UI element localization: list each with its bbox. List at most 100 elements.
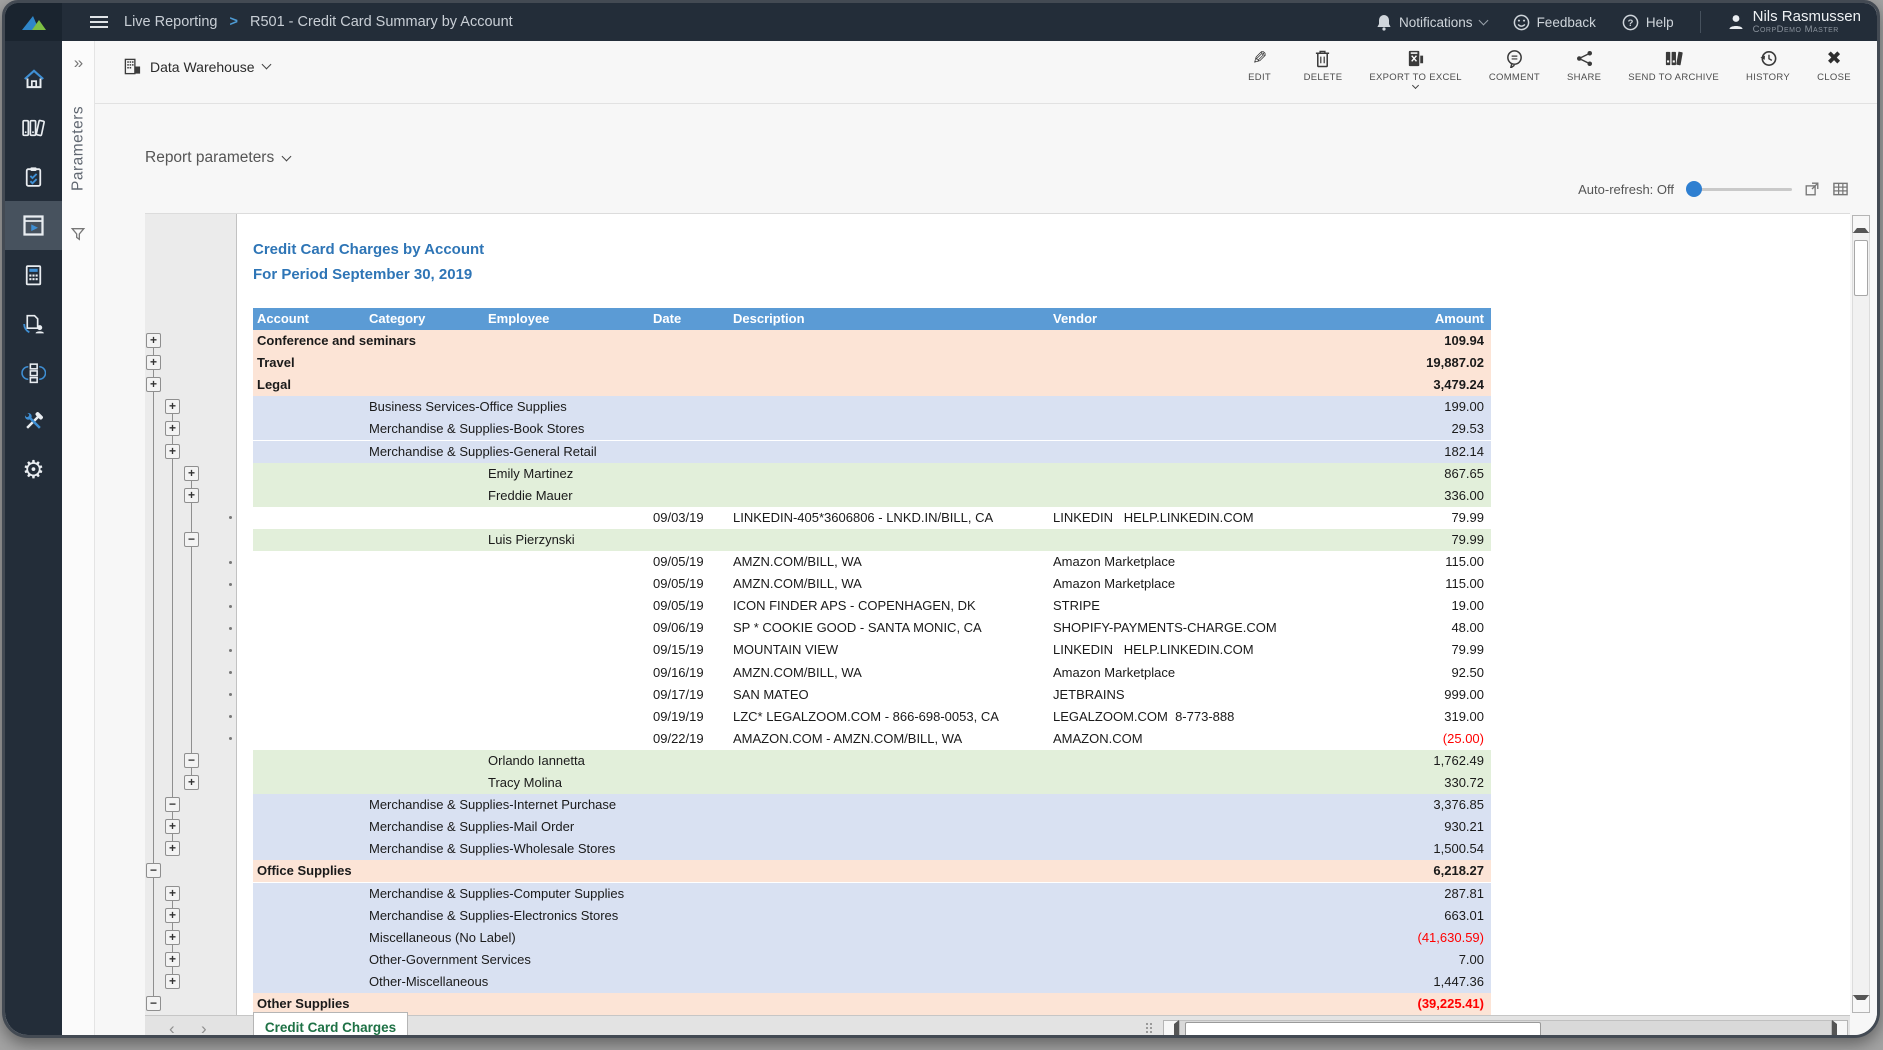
horizontal-scroll-thumb[interactable]: [1185, 1022, 1541, 1037]
outline-gutter: ++++++++−−+−++−+++++−: [145, 214, 237, 1015]
auto-refresh-slider[interactable]: [1686, 181, 1792, 197]
help-button[interactable]: ? Help: [1622, 14, 1674, 31]
sidebar-item-home[interactable]: [5, 54, 62, 103]
collapse-group-button[interactable]: −: [165, 797, 180, 812]
data-source-selector[interactable]: Data Warehouse: [123, 57, 270, 76]
expand-group-button[interactable]: +: [165, 908, 180, 923]
expand-group-button[interactable]: +: [165, 974, 180, 989]
share-button[interactable]: SHARE: [1567, 48, 1601, 88]
expand-group-button[interactable]: +: [146, 333, 161, 348]
cell-amount: 182.14: [1444, 444, 1484, 459]
splitter-grip[interactable]: [1146, 1023, 1152, 1037]
cell-date: 09/15/19: [653, 642, 704, 657]
send-to-archive-button[interactable]: SEND TO ARCHIVE: [1628, 48, 1719, 88]
user-menu[interactable]: Nils Rasmussen CorpDemo Master: [1727, 9, 1861, 36]
expand-group-button[interactable]: +: [184, 466, 199, 481]
scroll-down-button[interactable]: [1852, 995, 1870, 1013]
feedback-button[interactable]: Feedback: [1513, 14, 1596, 31]
next-sheet-arrow[interactable]: ›: [201, 1020, 207, 1037]
collapse-group-button[interactable]: −: [184, 532, 199, 547]
menu-icon[interactable]: [90, 13, 108, 31]
expand-group-button[interactable]: +: [165, 444, 180, 459]
sidebar-item-tasks[interactable]: [5, 152, 62, 201]
previous-sheet-arrow[interactable]: ‹: [169, 1020, 175, 1037]
chevron-down-icon: [1478, 15, 1488, 25]
sidebar-item-live-reporting[interactable]: [5, 201, 62, 250]
top-bar: Live Reporting > R501 - Credit Card Summ…: [5, 3, 1877, 41]
cell-description: SAN MATEO: [733, 687, 809, 702]
report-row-category: Other-Government Services7.00: [253, 949, 1491, 971]
collapse-group-button[interactable]: −: [146, 863, 161, 878]
cell-category-label: Business Services-Office Supplies: [369, 399, 567, 414]
filter-icon[interactable]: [70, 226, 86, 242]
report-parameters-toggle[interactable]: Report parameters: [145, 149, 290, 167]
sidebar-item-budgeting[interactable]: [5, 250, 62, 299]
slider-knob[interactable]: [1686, 181, 1702, 197]
cell-description: AMZN.COM/BILL, WA: [733, 576, 862, 591]
cell-amount: 287.81: [1444, 886, 1484, 901]
sheet-tab-credit-card-charges[interactable]: Credit Card Charges: [253, 1012, 408, 1038]
expand-group-button[interactable]: +: [146, 355, 161, 370]
cell-vendor: LINKEDIN HELP.LINKEDIN.COM: [1053, 642, 1254, 657]
history-clock-icon: [1759, 49, 1778, 68]
cell-amount: 867.65: [1444, 466, 1484, 481]
expand-group-button[interactable]: +: [146, 377, 161, 392]
expand-group-button[interactable]: +: [165, 930, 180, 945]
expand-group-button[interactable]: +: [165, 952, 180, 967]
breadcrumb-section[interactable]: Live Reporting: [124, 14, 218, 30]
popout-button[interactable]: [1804, 181, 1820, 197]
user-org: CorpDemo Master: [1753, 25, 1861, 35]
help-icon: ?: [1622, 14, 1639, 31]
expand-group-button[interactable]: +: [184, 775, 199, 790]
comment-button[interactable]: COMMENT: [1489, 48, 1540, 88]
report-row-category: Other-Miscellaneous1,447.36: [253, 971, 1491, 993]
expand-parameters-icon[interactable]: »: [62, 53, 95, 73]
collapse-group-button[interactable]: −: [146, 996, 161, 1011]
sidebar-item-settings[interactable]: ⚙: [5, 446, 62, 495]
expand-group-button[interactable]: +: [165, 819, 180, 834]
edit-button[interactable]: ✎ EDIT: [1243, 48, 1277, 88]
expand-group-button[interactable]: +: [165, 399, 180, 414]
cell-description: LZC* LEGALZOOM.COM - 866-698-0053, CA: [733, 709, 999, 724]
cell-date: 09/05/19: [653, 554, 704, 569]
app-logo: [5, 3, 62, 41]
cell-amount: 115.00: [1445, 576, 1484, 591]
grid-view-button[interactable]: [1832, 181, 1849, 197]
cell-date: 09/05/19: [653, 576, 704, 591]
expand-group-button[interactable]: +: [184, 488, 199, 503]
sidebar-item-assignments[interactable]: [5, 299, 62, 348]
cell-date: 09/03/19: [653, 510, 704, 525]
binders-icon: [20, 115, 47, 141]
detail-row-marker: [229, 693, 232, 696]
cell-account-label: Office Supplies: [257, 863, 352, 878]
close-button[interactable]: ✖ CLOSE: [1817, 48, 1851, 88]
expand-group-button[interactable]: +: [165, 841, 180, 856]
sidebar-item-process-flow[interactable]: [5, 348, 62, 397]
scroll-left-button[interactable]: [1163, 1020, 1180, 1038]
sidebar-item-report-archive[interactable]: [5, 103, 62, 152]
export-to-excel-button[interactable]: EXPORT TO EXCEL: [1369, 48, 1462, 88]
scroll-up-button[interactable]: [1852, 215, 1870, 233]
scroll-right-button[interactable]: [1831, 1020, 1848, 1038]
horizontal-scrollbar[interactable]: [1163, 1020, 1848, 1038]
detail-row-marker: [229, 583, 232, 586]
detail-row-marker: [229, 561, 232, 564]
history-button[interactable]: HISTORY: [1746, 48, 1790, 88]
feedback-label: Feedback: [1537, 15, 1596, 30]
vertical-scrollbar[interactable]: [1852, 215, 1870, 1013]
expand-group-button[interactable]: +: [165, 886, 180, 901]
vertical-scroll-thumb[interactable]: [1854, 240, 1868, 296]
notifications-button[interactable]: Notifications: [1376, 14, 1487, 31]
cell-category-label: Merchandise & Supplies-Wholesale Stores: [369, 841, 615, 856]
delete-button[interactable]: DELETE: [1304, 48, 1343, 88]
cell-amount: 1,500.54: [1433, 841, 1484, 856]
report-row-account: Office Supplies6,218.27: [253, 860, 1491, 882]
cell-vendor: Amazon Marketplace: [1053, 554, 1175, 569]
collapse-group-button[interactable]: −: [184, 753, 199, 768]
sidebar-item-administration[interactable]: [5, 397, 62, 446]
archive-icon: [1663, 49, 1684, 68]
app-window: Live Reporting > R501 - Credit Card Summ…: [2, 0, 1880, 1038]
breadcrumb-separator: >: [230, 14, 238, 30]
expand-group-button[interactable]: +: [165, 421, 180, 436]
cell-amount: 336.00: [1444, 488, 1484, 503]
